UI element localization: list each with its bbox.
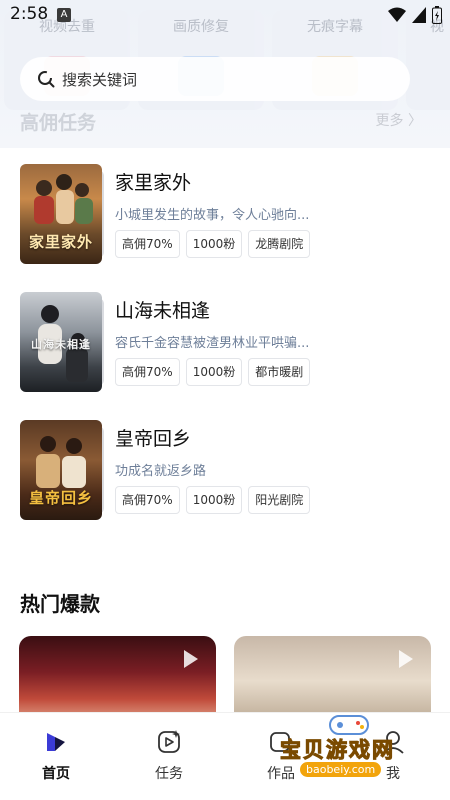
tab-label: 首页 (42, 766, 70, 782)
tag-studio: 都市暖剧 (248, 358, 311, 386)
more-link[interactable]: 更多 〉 (376, 110, 422, 130)
play-icon (184, 650, 198, 668)
system-icons (388, 6, 442, 24)
poster-image: 山海未相逢 (20, 292, 102, 392)
tab-label: 任务 (155, 766, 183, 782)
tab-task[interactable]: 任务 (134, 727, 204, 783)
section-title-hot: 热门爆款 (20, 592, 100, 616)
watermark-logo: 宝贝游戏网 baobeiy.com (276, 712, 426, 782)
task-title: 山海未相逢 (115, 300, 211, 322)
play-icon (399, 650, 413, 668)
task-desc: 功成名就返乡路 (115, 464, 207, 479)
tag-studio: 龙腾剧院 (248, 230, 311, 258)
home-icon (47, 733, 65, 751)
watermark-url: baobeiy.com (300, 762, 382, 777)
tag-commission: 高佣70% (115, 358, 180, 386)
status-bar: 2:58 A (0, 0, 450, 30)
tab-home[interactable]: 首页 (21, 727, 91, 783)
search-placeholder: 搜索关键词 (62, 70, 138, 89)
task-tags: 高佣70% 1000粉 阳光剧院 (115, 486, 311, 514)
section-title-task: 高佣任务 (20, 112, 97, 134)
tag-followers: 1000粉 (185, 230, 243, 258)
task-icon (158, 730, 180, 753)
task-title: 家里家外 (115, 172, 192, 194)
tag-commission: 高佣70% (115, 486, 180, 514)
poster-title: 皇帝回乡 (28, 489, 93, 507)
search-bar[interactable]: 搜索关键词 (20, 57, 410, 101)
wifi-icon (388, 7, 406, 22)
task-desc: 容氏千金容慧被渣男林业平哄骗... (115, 336, 310, 351)
poster-title: 山海未相逢 (31, 338, 91, 351)
battery-icon (432, 6, 442, 24)
watermark-text: 宝贝游戏网 (280, 738, 395, 763)
task-title: 皇帝回乡 (115, 428, 192, 450)
task-item[interactable]: 山海未相逢 山海未相逢 容氏千金容慧被渣男林业平哄骗... 高佣70% 1000… (20, 292, 430, 392)
main-content: 家里家外 家里家外 小城里发生的故事，令人心驰向... 高佣70% 1000粉 … (0, 148, 450, 726)
search-icon (38, 71, 55, 88)
sim-icon: A (57, 8, 71, 22)
task-item[interactable]: 皇帝回乡 皇帝回乡 功成名就返乡路 高佣70% 1000粉 阳光剧院 (20, 420, 430, 520)
poster-image: 家里家外 (20, 164, 102, 264)
tag-studio: 阳光剧院 (248, 486, 311, 514)
tag-followers: 1000粉 (185, 358, 243, 386)
task-tags: 高佣70% 1000粉 都市暖剧 (115, 358, 311, 386)
poster-image: 皇帝回乡 (20, 420, 102, 520)
tag-followers: 1000粉 (185, 486, 243, 514)
status-time: 2:58 (10, 4, 49, 24)
task-item[interactable]: 家里家外 家里家外 小城里发生的故事，令人心驰向... 高佣70% 1000粉 … (20, 164, 430, 264)
poster-title: 家里家外 (28, 233, 93, 251)
tag-commission: 高佣70% (115, 230, 180, 258)
signal-icon (412, 7, 426, 23)
task-tags: 高佣70% 1000粉 龙腾剧院 (115, 230, 311, 258)
task-desc: 小城里发生的故事，令人心驰向... (115, 208, 310, 223)
